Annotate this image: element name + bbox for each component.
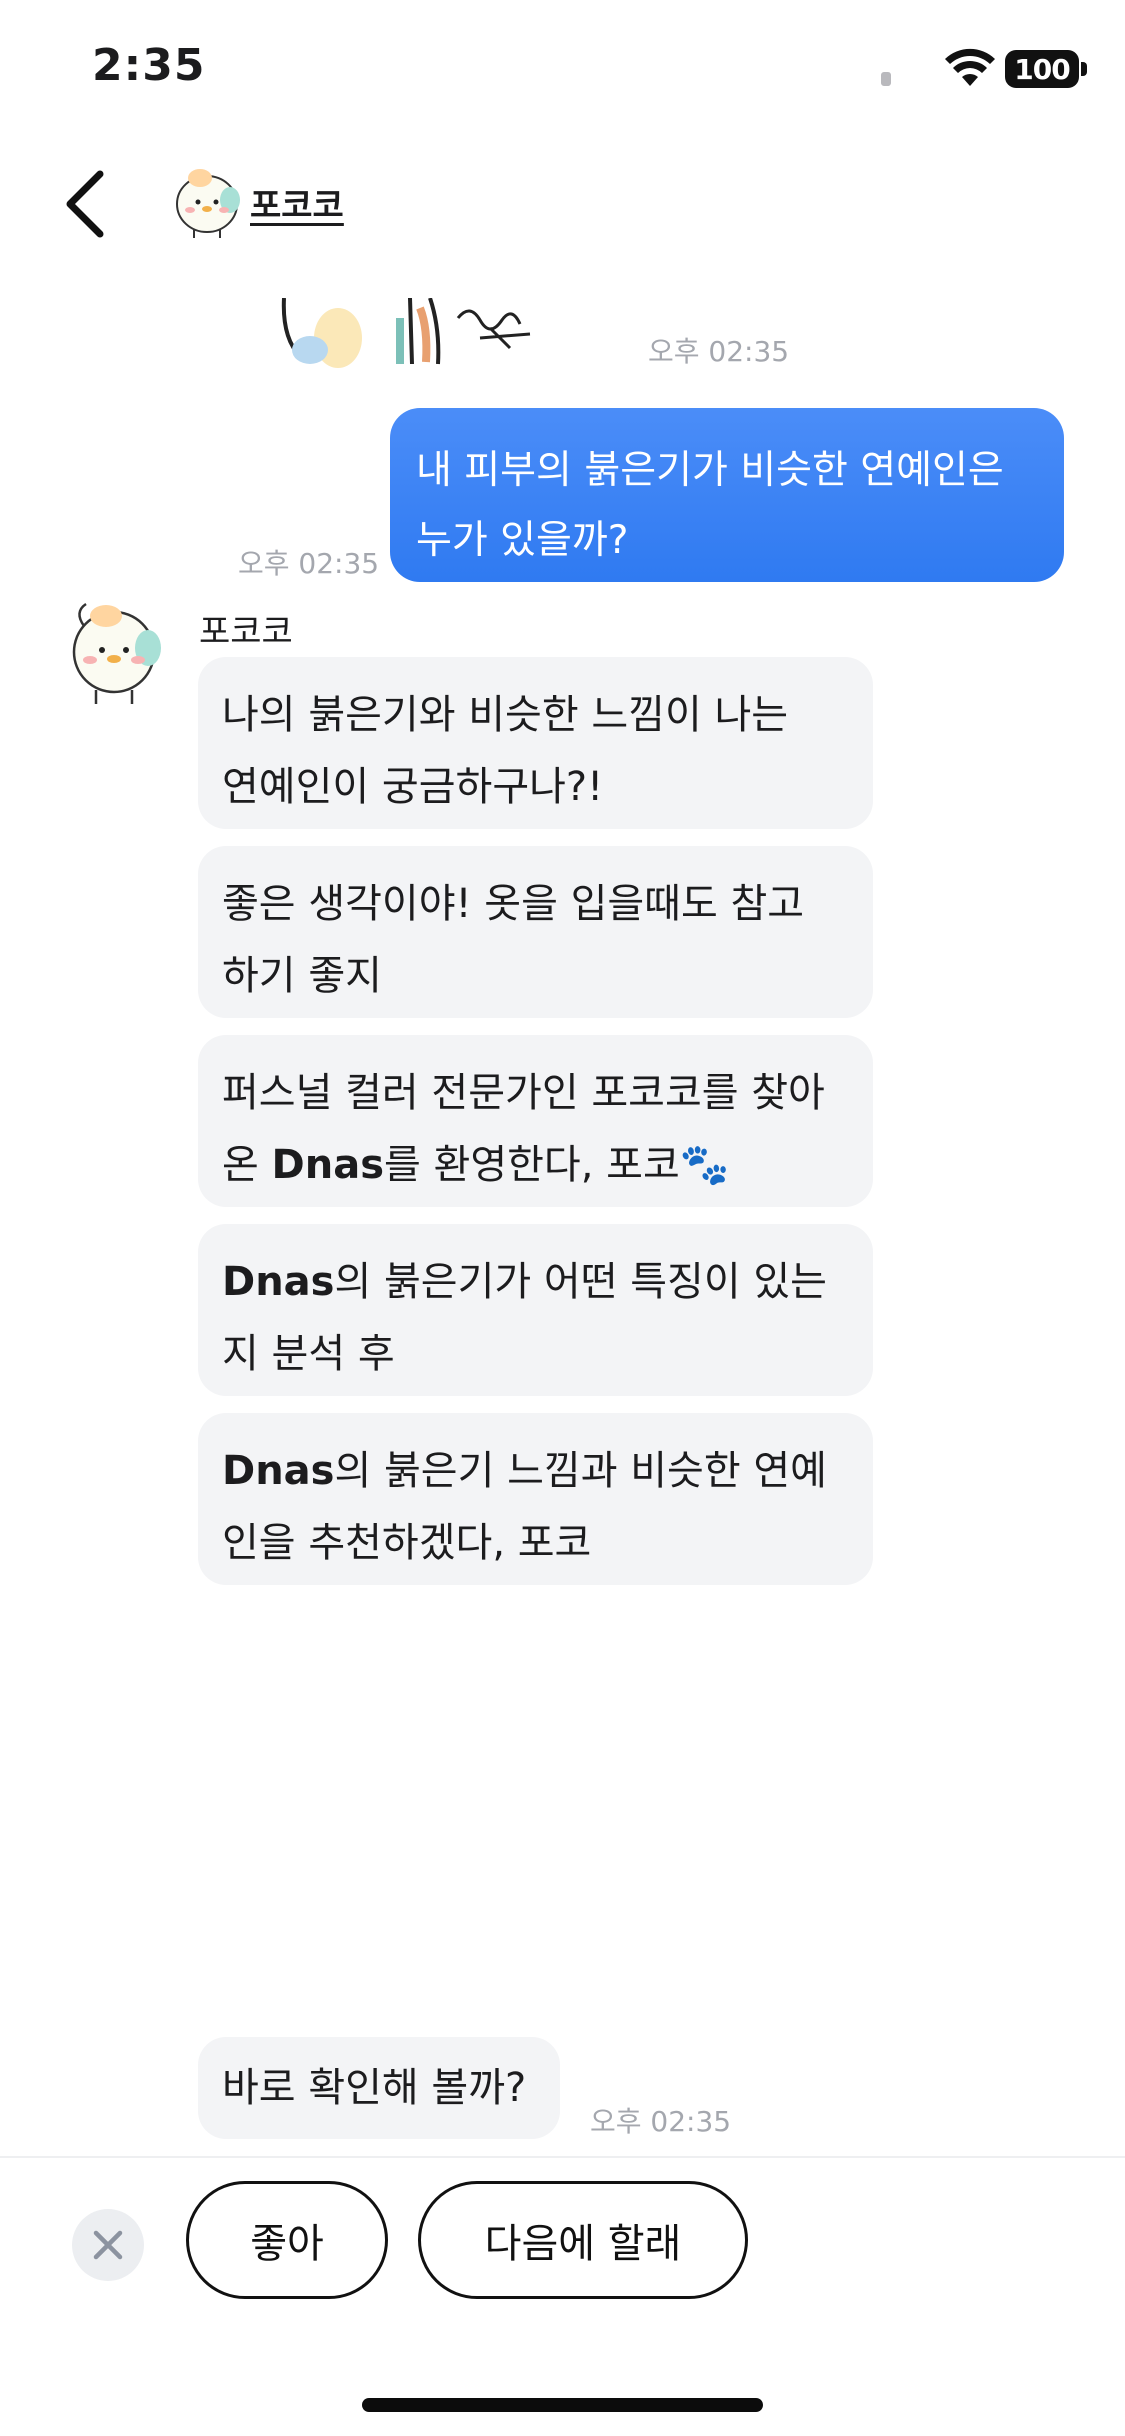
bot-message-line: 지 분석 후	[222, 1331, 395, 1377]
bot-message-bubble[interactable]: Dnas의 붉은기가 어떤 특징이 있는 지 분석 후	[198, 1224, 873, 1396]
later-button[interactable]: 다음에 할래	[418, 2181, 748, 2299]
user-message-timestamp: 오후 02:35	[238, 547, 380, 580]
bot-message-text: 온	[222, 1142, 272, 1188]
user-message-line: 내 피부의 붉은기가 비슷한 연예인은	[416, 448, 1004, 493]
bot-message-text: 를 환영한다, 포코	[384, 1142, 680, 1188]
bot-message-line: 온 Dnas를 환영한다, 포코🐾	[222, 1129, 851, 1201]
bot-message-line: 좋은 생각이야! 옷을 입을때도 참고	[222, 881, 805, 927]
bot-message-bubble[interactable]: 좋은 생각이야! 옷을 입을때도 참고 하기 좋지	[198, 846, 873, 1018]
bot-message-bubble[interactable]: 퍼스널 컬러 전문가인 포코코를 찾아 온 Dnas를 환영한다, 포코🐾	[198, 1035, 873, 1207]
bot-question-bubble[interactable]: 바로 확인해 볼까?	[198, 2037, 560, 2139]
user-message-bubble[interactable]: 내 피부의 붉은기가 비슷한 연예인은 누가 있을까?	[390, 408, 1064, 582]
chat-title[interactable]: 포코코	[250, 178, 344, 227]
bot-message-line: 인을 추천하겠다, 포코	[222, 1520, 592, 1566]
battery-icon: 100	[1005, 50, 1079, 88]
bot-avatar	[72, 602, 161, 704]
bot-message-bubble[interactable]: Dnas의 붉은기 느낌과 비슷한 연예 인을 추천하겠다, 포코	[198, 1413, 873, 1585]
battery-tip	[1081, 62, 1087, 76]
bot-message-line: 하기 좋지	[222, 953, 382, 999]
close-button[interactable]	[72, 2209, 144, 2281]
bot-message-line: Dnas의 붉은기가 어떤 특징이 있는	[222, 1246, 851, 1318]
bot-message-text: 의 붉은기가 어떤 특징이 있는	[334, 1259, 827, 1305]
user-name: Dnas	[222, 1448, 335, 1494]
image-timestamp: 오후 02:35	[648, 335, 790, 368]
status-indicator-dot	[881, 72, 891, 86]
wifi-icon	[945, 48, 995, 86]
user-name: Dnas	[222, 1259, 335, 1305]
user-message-line: 누가 있을까?	[416, 518, 629, 563]
bot-name: 포코코	[199, 612, 293, 652]
back-button[interactable]	[58, 168, 118, 240]
bot-message-line: 퍼스널 컬러 전문가인 포코코를 찾아	[222, 1070, 825, 1116]
bot-message-line: 나의 붉은기와 비슷한 느낌이 나는	[222, 692, 789, 738]
status-time: 2:35	[92, 40, 206, 91]
home-indicator	[362, 2398, 763, 2412]
question-timestamp: 오후 02:35	[590, 2105, 732, 2138]
bot-message-line: Dnas의 붉은기 느낌과 비슷한 연예	[222, 1435, 851, 1507]
bot-message-line: 연예인이 궁금하구나?!	[222, 764, 604, 810]
close-icon	[93, 2230, 123, 2260]
yes-button[interactable]: 좋아	[186, 2181, 388, 2299]
mascot-avatar-icon	[176, 169, 240, 238]
user-name: Dnas	[271, 1142, 384, 1188]
paw-print-icon: 🐾	[679, 1142, 730, 1188]
bot-message-text: 의 붉은기 느낌과 비슷한 연예	[334, 1448, 827, 1494]
sent-image-thumbnail[interactable]	[280, 298, 605, 368]
divider	[0, 2156, 1125, 2158]
bot-message-bubble[interactable]: 나의 붉은기와 비슷한 느낌이 나는 연예인이 궁금하구나?!	[198, 657, 873, 829]
